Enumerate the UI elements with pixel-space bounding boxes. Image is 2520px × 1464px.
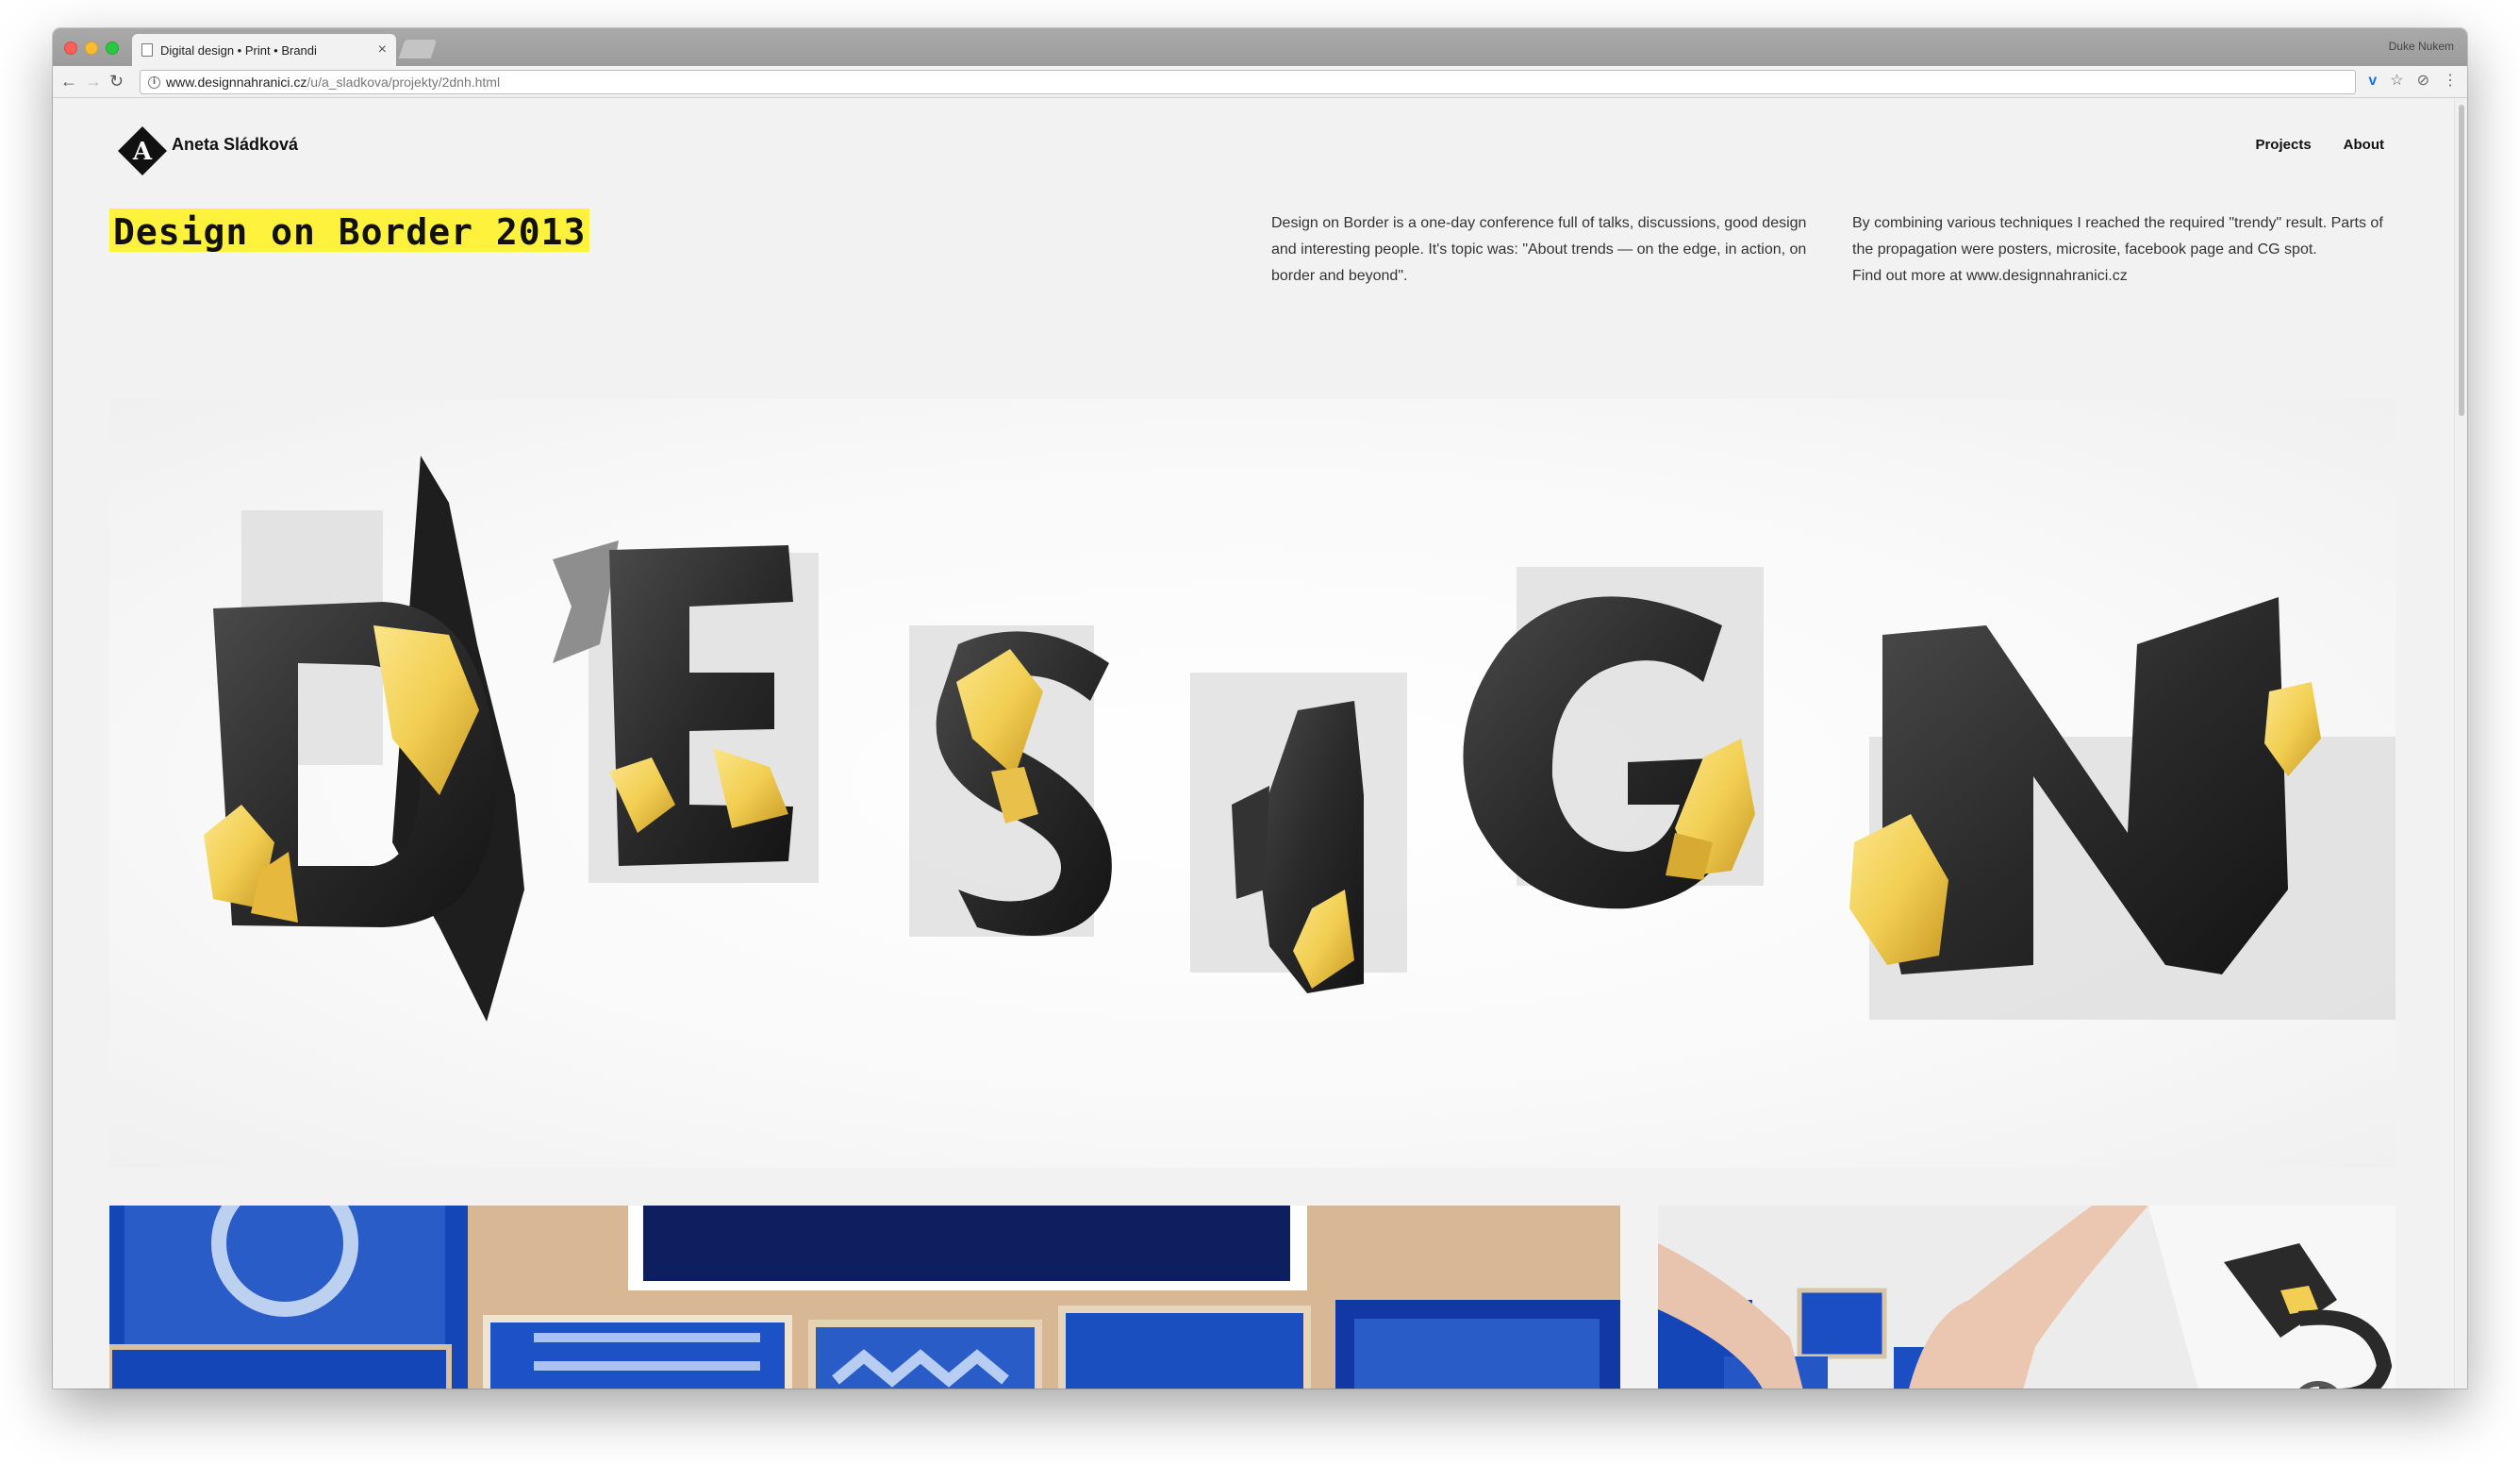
nav-projects-link[interactable]: Projects [2255,137,2311,153]
project-title: Design on Border 2013 [109,208,590,252]
logo-icon[interactable]: A [117,125,168,176]
scrollbar-thumb[interactable] [2459,105,2464,416]
close-window-button[interactable] [64,42,77,55]
profile-name[interactable]: Duke Nukem [2389,40,2454,53]
browser-window: Digital design • Print • Brandi × Duke N… [53,28,2467,1389]
hero-image [109,399,2396,1168]
browser-toolbar: ← → ↻ i www.designnahranici.cz/u/a_sladk… [53,66,2467,98]
browser-tab[interactable]: Digital design • Print • Brandi × [132,34,396,66]
extension-icon[interactable]: ⊘ [2417,72,2429,91]
toolbar-icons: v ☆ ⊘ ⋮ [2368,72,2458,91]
forward-icon[interactable]: → [85,71,102,92]
site-name[interactable]: Aneta Sládková [172,135,298,155]
page-scrollbar[interactable] [2454,99,2467,1389]
address-bar[interactable]: i www.designnahranici.cz/u/a_sladkova/pr… [140,70,2356,94]
url-path: /u/a_sladkova/projekty/2dnh.html [307,75,501,90]
star-icon[interactable]: ☆ [2390,72,2403,91]
hands-illustration [1658,1206,2396,1389]
nav-about-link[interactable]: About [2344,137,2384,153]
project-details: By combining various techniques I reache… [1852,210,2399,290]
project-link-text: Find out more at www.designnahranici.cz [1852,268,2128,284]
tab-title: Digital design • Print • Brandi [160,42,317,58]
stamps-illustration [109,1206,1620,1389]
design-lettering-artwork [204,456,2396,1022]
project-details-text: By combining various techniques I reache… [1852,215,2383,258]
tab-close-icon[interactable]: × [378,42,387,58]
back-icon[interactable]: ← [60,71,77,92]
stamping-hands-photo [1658,1206,2396,1389]
site-nav: Projects About [2255,137,2384,153]
maximize-window-button[interactable] [106,42,119,55]
project-description: Design on Border is a one-day conference… [1271,215,1807,284]
page-icon [141,43,153,57]
info-icon[interactable]: i [148,75,160,89]
new-tab-button[interactable] [398,40,438,58]
svg-text:A: A [132,138,153,166]
url-host: www.designnahranici.cz [166,75,307,90]
minimize-window-button[interactable] [85,42,98,55]
stamps-photo [109,1206,1620,1389]
vimeo-extension-icon[interactable]: v [2368,72,2377,91]
reload-icon[interactable]: ↻ [109,71,124,92]
url-text: www.designnahranici.cz/u/a_sladkova/proj… [166,75,500,90]
menu-icon[interactable]: ⋮ [2443,72,2458,91]
tab-strip: Digital design • Print • Brandi × Duke N… [53,28,2467,66]
page-viewport: A Aneta Sládková Projects About Design o… [53,99,2454,1389]
